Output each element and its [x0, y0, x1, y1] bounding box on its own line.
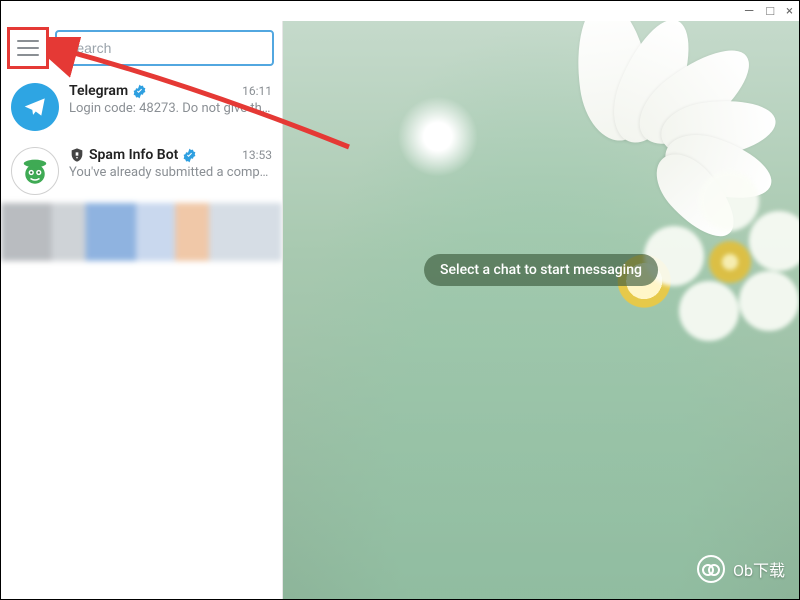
search-input[interactable] — [55, 30, 274, 66]
chat-name: Telegram — [69, 83, 128, 99]
verified-icon — [182, 148, 197, 163]
search-row — [1, 21, 282, 75]
main-panel: Select a chat to start messaging Ob下载 — [283, 21, 799, 599]
watermark: Ob下载 — [697, 555, 785, 583]
annotation-highlight-box — [7, 27, 49, 69]
chat-item-telegram[interactable]: Telegram 16:11 Login code: 48273. Do not… — [1, 75, 282, 139]
window-minimize-button[interactable]: — — [744, 5, 754, 18]
menu-button[interactable] — [17, 40, 39, 56]
empty-state-message: Select a chat to start messaging — [424, 254, 658, 286]
chat-item-spam-info-bot[interactable]: Spam Info Bot 13:53 You've already submi… — [1, 139, 282, 203]
paper-plane-icon — [22, 94, 48, 120]
chat-preview: You've already submitted a comp… — [69, 165, 272, 180]
window-titlebar: — □ × — [1, 1, 799, 21]
watermark-text: Ob下载 — [733, 557, 785, 581]
robot-icon — [17, 153, 53, 189]
window-close-button[interactable]: × — [786, 5, 793, 18]
verified-icon — [132, 84, 147, 99]
chat-name: Spam Info Bot — [89, 147, 178, 163]
background-image — [283, 21, 799, 599]
avatar — [11, 147, 59, 195]
chat-preview: Login code: 48273. Do not give thi… — [69, 101, 272, 116]
wechat-icon — [697, 555, 725, 583]
shield-icon — [69, 147, 85, 163]
chat-list: Telegram 16:11 Login code: 48273. Do not… — [1, 75, 282, 599]
sidebar: Telegram 16:11 Login code: 48273. Do not… — [1, 21, 283, 599]
chat-time: 13:53 — [242, 148, 272, 162]
chat-item-blurred[interactable] — [1, 203, 282, 261]
chat-time: 16:11 — [242, 84, 272, 98]
window-maximize-button[interactable]: □ — [766, 5, 774, 18]
avatar — [11, 83, 59, 131]
